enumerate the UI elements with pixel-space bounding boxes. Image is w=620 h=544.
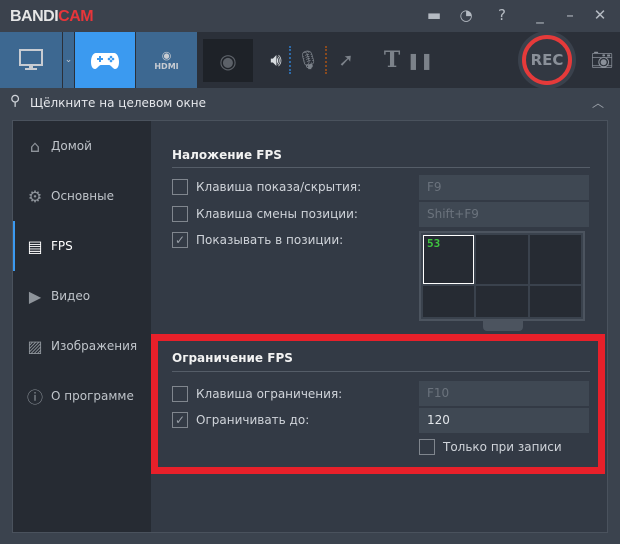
sidebar-item-label: Основные: [51, 189, 115, 203]
limit-to-checkbox[interactable]: ✓: [172, 412, 188, 428]
show-hide-checkbox[interactable]: [172, 179, 188, 195]
microphone-icon[interactable]: 🎙︎: [292, 32, 324, 88]
maximize-icon[interactable]: –: [558, 4, 582, 26]
position-bottom-center[interactable]: [476, 285, 528, 317]
position-top-right[interactable]: [529, 235, 581, 284]
hdmi-camera-icon: ◉: [161, 49, 172, 62]
position-bottom-left[interactable]: [423, 285, 475, 317]
position-top-left[interactable]: 53: [423, 235, 475, 284]
clock-icon[interactable]: ◔: [454, 4, 478, 26]
sidebar-item-label: О программе: [51, 389, 134, 403]
toolbar: ⌄ ◉ HDMI ◉ 🔊︎ 🎙︎ ➚ T ❚❚ REC 📷︎: [0, 32, 620, 88]
show-hide-hotkey-option[interactable]: Клавиша показа/скрытия:: [172, 179, 361, 195]
position-top-center[interactable]: [476, 235, 528, 284]
sidebar: ⌂ Домой ⚙ Основные ▤ FPS ▶ Видео ▨ Изображени…: [13, 121, 151, 532]
change-position-hotkey-field[interactable]: Shift+F9: [419, 202, 589, 227]
pause-icon[interactable]: ❚❚: [404, 32, 436, 88]
sidebar-item-about[interactable]: ⓘ О программе: [13, 371, 151, 421]
show-hide-hotkey-field[interactable]: F9: [419, 175, 589, 200]
speaker-icon[interactable]: 🔊︎: [260, 32, 292, 88]
sidebar-item-label: Видео: [51, 289, 91, 303]
monitor-stand: [483, 321, 523, 331]
gamepad-icon: [91, 53, 119, 69]
minimize-icon[interactable]: _: [528, 4, 552, 26]
video-icon: ▶: [28, 286, 42, 306]
monitor-icon: [19, 49, 43, 70]
sidebar-item-video[interactable]: ▶ Видео: [13, 271, 151, 321]
gear-icon: ⚙: [27, 186, 43, 206]
change-position-hotkey-option[interactable]: Клавиша смены позиции:: [172, 206, 358, 222]
title-bar: BANDICAM ▬ ◔ ? _ – ✕: [0, 0, 620, 32]
sidebar-item-general[interactable]: ⚙ Основные: [13, 171, 151, 221]
close-icon[interactable]: ✕: [588, 4, 612, 26]
camera-icon[interactable]: 📷︎: [586, 32, 618, 88]
screen-mode-button[interactable]: [0, 32, 62, 88]
option-label: Показывать в позиции:: [196, 233, 344, 247]
sidebar-item-label: Домой: [51, 139, 92, 153]
option-label: Только при записи: [443, 440, 562, 454]
folder-icon[interactable]: ▬: [422, 4, 446, 26]
target-window-label: Щёлкните на целевом окне: [30, 96, 206, 110]
hdmi-mode-button[interactable]: ◉ HDMI: [136, 32, 197, 88]
mouse-click-icon[interactable]: ➚: [330, 32, 362, 88]
fps-overlay-title: Наложение FPS: [172, 148, 282, 162]
option-label: Ограничивать до:: [196, 413, 310, 427]
collapse-chevron-icon[interactable]: ︿: [592, 94, 604, 111]
limit-to-option[interactable]: ✓ Ограничивать до:: [172, 412, 309, 428]
position-bottom-right[interactable]: [529, 285, 581, 317]
info-icon: ⓘ: [26, 388, 43, 407]
sidebar-item-label: Изображения: [51, 339, 138, 353]
sidebar-item-images[interactable]: ▨ Изображения: [13, 321, 151, 371]
fps-limit-title: Ограничение FPS: [172, 351, 293, 365]
mode-dropdown-chevron-icon[interactable]: ⌄: [63, 32, 74, 88]
webcam-button[interactable]: ◉: [203, 39, 253, 82]
sidebar-item-label: FPS: [51, 239, 73, 253]
fps-icon: ▤: [27, 236, 43, 256]
option-label: Клавиша ограничения:: [196, 387, 343, 401]
sidebar-item-home[interactable]: ⌂ Домой: [13, 121, 151, 171]
limit-hotkey-checkbox[interactable]: [172, 386, 188, 402]
divider: [172, 371, 590, 372]
record-only-checkbox[interactable]: [419, 439, 435, 455]
help-icon[interactable]: ?: [490, 4, 514, 26]
search-icon: ⚲: [10, 93, 21, 109]
limit-hotkey-option[interactable]: Клавиша ограничения:: [172, 386, 342, 402]
show-at-position-checkbox[interactable]: ✓: [172, 232, 188, 248]
position-picker: 53: [419, 231, 585, 321]
limit-hotkey-field[interactable]: F10: [419, 381, 589, 406]
mic-level-bar: [325, 46, 327, 74]
image-icon: ▨: [27, 336, 43, 356]
divider: [172, 167, 590, 168]
show-at-position-option[interactable]: ✓ Показывать в позиции:: [172, 232, 343, 248]
rec-button[interactable]: REC: [522, 35, 572, 85]
option-label: Клавиша смены позиции:: [196, 207, 358, 221]
game-mode-button[interactable]: [75, 32, 135, 88]
target-window-bar[interactable]: ⚲ Щёлкните на целевом окне ︿: [0, 88, 620, 118]
speaker-level-bar: [289, 46, 291, 74]
limit-fps-input[interactable]: 120: [419, 408, 589, 433]
change-position-checkbox[interactable]: [172, 206, 188, 222]
bandicam-logo: BANDICAM: [10, 8, 94, 25]
webcam-icon: ◉: [219, 48, 237, 73]
record-only-option[interactable]: Только при записи: [419, 439, 562, 455]
option-label: Клавиша показа/скрытия:: [196, 180, 362, 194]
sidebar-item-fps[interactable]: ▤ FPS: [13, 221, 151, 271]
settings-panel: ⌂ Домой ⚙ Основные ▤ FPS ▶ Видео ▨ Изображени…: [12, 120, 608, 533]
home-icon: ⌂: [29, 136, 41, 156]
